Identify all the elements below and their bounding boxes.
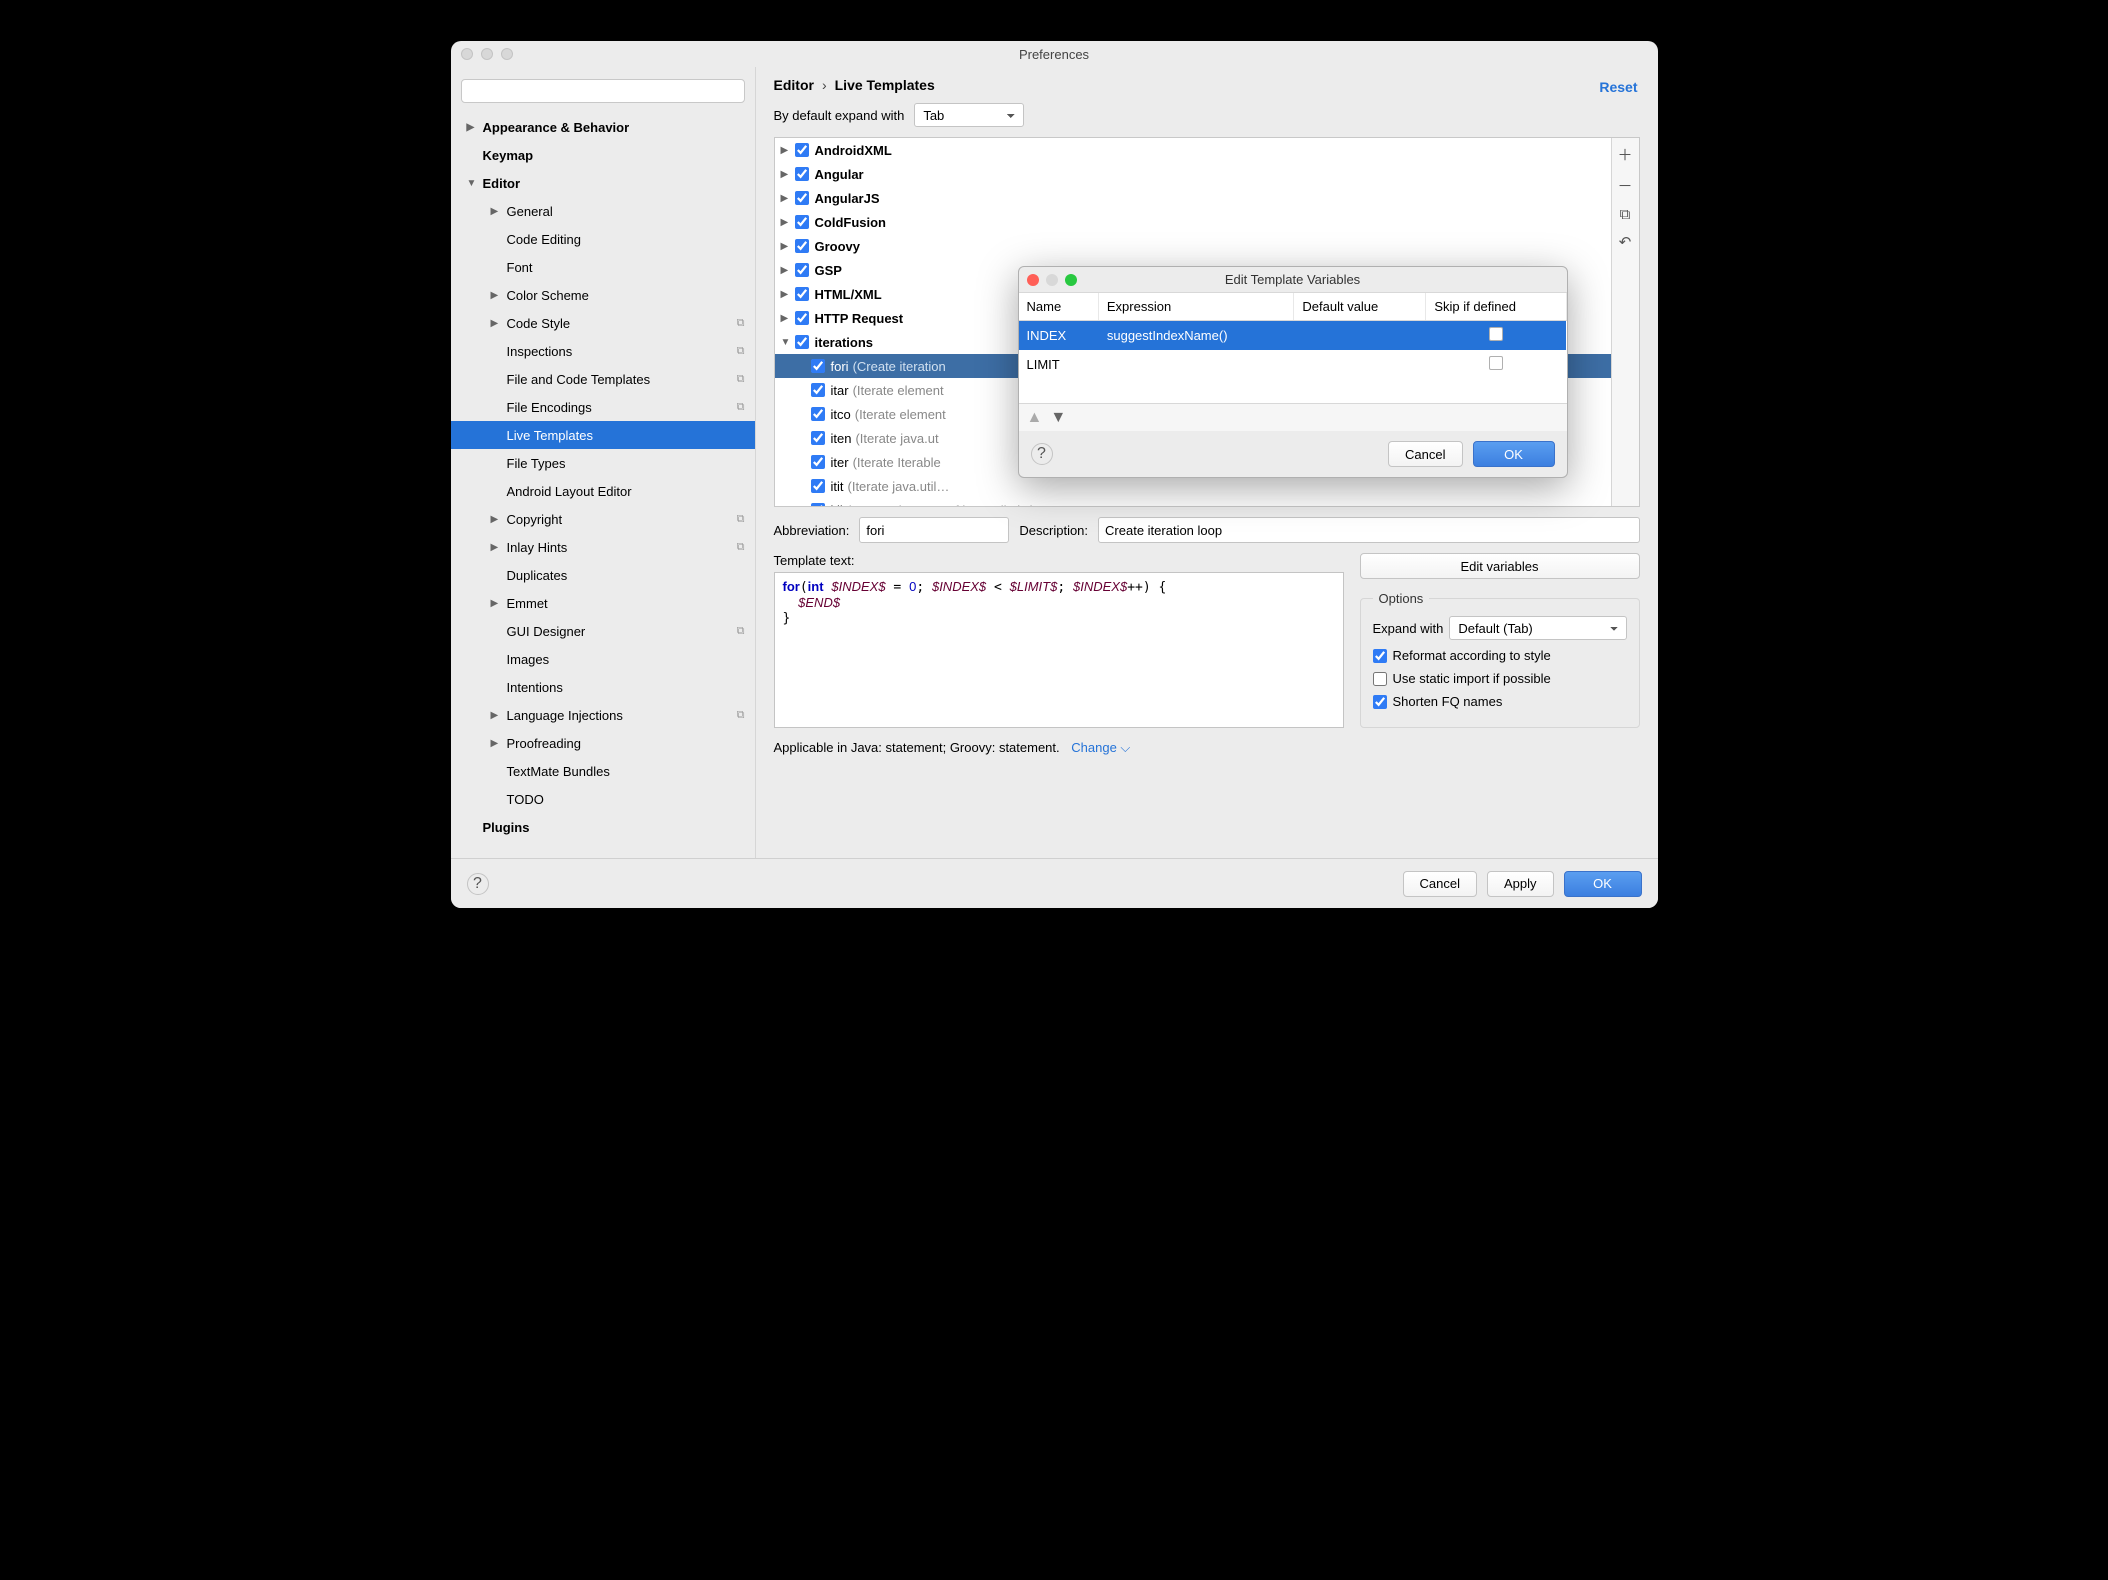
sidebar-item[interactable]: Code Editing [451,225,755,253]
sidebar-item[interactable]: ▶Language Injections⧉ [451,701,755,729]
window-title: Preferences [1019,47,1089,62]
sidebar-item[interactable]: File Encodings⧉ [451,393,755,421]
help-icon[interactable]: ? [467,873,489,895]
sidebar-item[interactable]: Font [451,253,755,281]
sidebar-item[interactable]: Images [451,645,755,673]
sidebar-item[interactable]: ▶Appearance & Behavior [451,113,755,141]
template-group[interactable]: ▶Angular [775,162,1611,186]
sidebar-item[interactable]: Live Templates [451,421,755,449]
add-icon[interactable]: ＋ [1617,144,1632,165]
template-item[interactable]: itli(Iterate elements of java.util.List) [775,498,1611,506]
cancel-button[interactable]: Cancel [1403,871,1477,897]
expand-with-label: By default expand with [774,108,905,123]
variable-row[interactable]: INDEXsuggestIndexName() [1019,321,1567,351]
sidebar-item[interactable]: Android Layout Editor [451,477,755,505]
variables-table[interactable]: NameExpressionDefault valueSkip if defin… [1019,293,1567,403]
shorten-fq-checkbox[interactable] [1373,695,1387,709]
sidebar-item[interactable]: ▶Emmet [451,589,755,617]
titlebar: Preferences [451,41,1658,67]
zoom-icon[interactable] [501,48,513,60]
list-toolbar: ＋ － ⧉ ↶ [1611,138,1639,506]
sidebar-item[interactable]: Intentions [451,673,755,701]
breadcrumb: Editor › Live Templates [774,77,1640,93]
remove-icon[interactable]: － [1617,175,1632,196]
applicable-text: Applicable in Java: statement; Groovy: s… [774,740,1640,756]
template-group[interactable]: ▶AngularJS [775,186,1611,210]
sidebar-item[interactable]: File Types [451,449,755,477]
static-import-checkbox[interactable] [1373,672,1387,686]
ok-button[interactable]: OK [1564,871,1642,897]
preferences-window: Preferences 🔍 ▶Appearance & BehaviorKeym… [451,41,1658,908]
move-up-icon[interactable]: ▲ [1027,409,1043,427]
reset-link[interactable]: Reset [1599,79,1637,95]
search-input[interactable] [461,79,745,103]
template-text-label: Template text: [774,553,1344,568]
zoom-icon[interactable] [1065,274,1077,286]
sidebar-item[interactable]: Plugins [451,813,755,841]
template-group[interactable]: ▶ColdFusion [775,210,1611,234]
sidebar-item[interactable]: GUI Designer⧉ [451,617,755,645]
sidebar-item[interactable]: ▶Proofreading [451,729,755,757]
sidebar-item[interactable]: File and Code Templates⧉ [451,365,755,393]
sidebar-item[interactable]: TextMate Bundles [451,757,755,785]
edit-variables-dialog: Edit Template Variables NameExpressionDe… [1018,266,1568,478]
sidebar-item[interactable]: Duplicates [451,561,755,589]
apply-button[interactable]: Apply [1487,871,1554,897]
close-icon[interactable] [461,48,473,60]
help-icon[interactable]: ? [1031,443,1053,465]
reformat-checkbox[interactable] [1373,649,1387,663]
sidebar-item[interactable]: TODO [451,785,755,813]
expand-with-select[interactable]: Tab [914,103,1024,127]
sidebar-item[interactable]: ▶General [451,197,755,225]
template-group[interactable]: ▶AndroidXML [775,138,1611,162]
options-legend: Options [1373,591,1430,606]
minimize-icon[interactable] [481,48,493,60]
sidebar-item[interactable]: ▶Code Style⧉ [451,309,755,337]
variable-row[interactable]: LIMIT [1019,350,1567,379]
copy-icon[interactable]: ⧉ [1620,206,1631,223]
options-fieldset: Options Expand with Default (Tab) Reform… [1360,591,1640,728]
sidebar-item[interactable]: Inspections⧉ [451,337,755,365]
close-icon[interactable] [1027,274,1039,286]
abbreviation-input[interactable] [859,517,1009,543]
abbreviation-label: Abbreviation: [774,523,850,538]
change-context-link[interactable]: Change ⌵ [1071,740,1130,755]
expand-with-opt-label: Expand with [1373,621,1444,636]
dialog-footer: ? Cancel Apply OK [451,858,1658,908]
dialog-ok-button[interactable]: OK [1473,441,1555,467]
sidebar-item[interactable]: ▶Inlay Hints⧉ [451,533,755,561]
template-text-editor[interactable]: for(int $INDEX$ = 0; $INDEX$ < $LIMIT$; … [774,572,1344,728]
expand-with-opt-select[interactable]: Default (Tab) [1449,616,1626,640]
sidebar-item[interactable]: ▼Editor [451,169,755,197]
sidebar-item[interactable]: ▶Color Scheme [451,281,755,309]
dialog-cancel-button[interactable]: Cancel [1388,441,1462,467]
undo-icon[interactable]: ↶ [1619,233,1632,251]
settings-tree[interactable]: ▶Appearance & BehaviorKeymap▼Editor▶Gene… [451,109,755,858]
template-group[interactable]: ▶Groovy [775,234,1611,258]
move-down-icon[interactable]: ▼ [1050,409,1066,427]
dialog-title: Edit Template Variables [1225,272,1360,287]
sidebar-item[interactable]: ▶Copyright⧉ [451,505,755,533]
edit-variables-button[interactable]: Edit variables [1360,553,1640,579]
sidebar: 🔍 ▶Appearance & BehaviorKeymap▼Editor▶Ge… [451,67,756,858]
minimize-icon [1046,274,1058,286]
description-input[interactable] [1098,517,1639,543]
sidebar-item[interactable]: Keymap [451,141,755,169]
description-label: Description: [1019,523,1088,538]
